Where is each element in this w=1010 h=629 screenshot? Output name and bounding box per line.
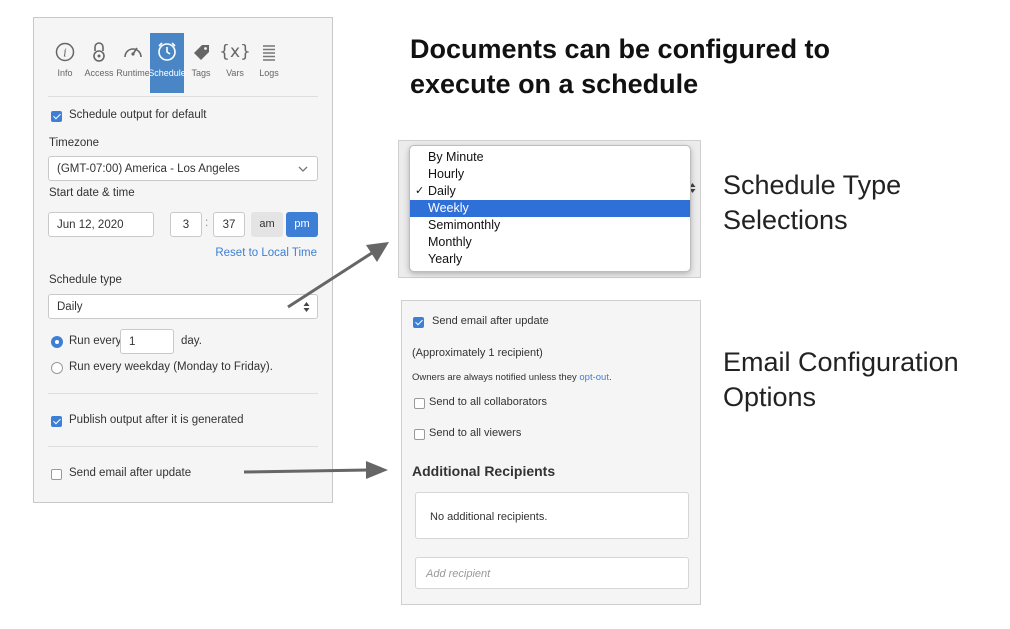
arrow-to-schedule-menu: [287, 242, 389, 309]
arrow-to-email-config: [243, 461, 388, 479]
callout-arrows: [243, 242, 389, 479]
